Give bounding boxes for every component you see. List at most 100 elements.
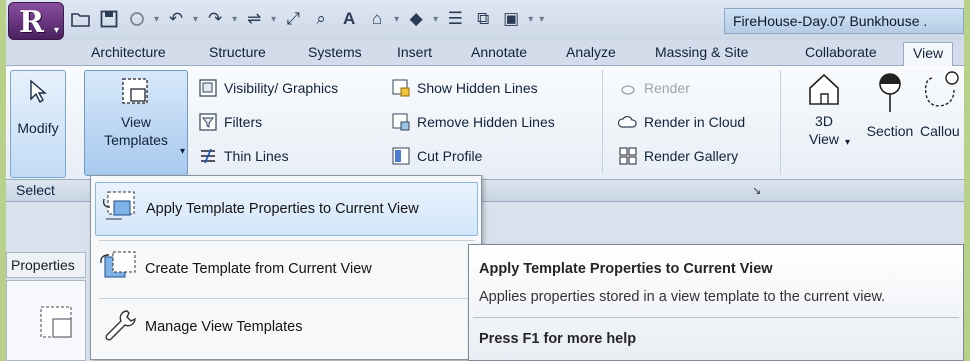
menu-separator [99, 240, 475, 241]
visibility-graphics-label: Visibility/ Graphics [224, 80, 339, 96]
gallery-icon [618, 146, 638, 166]
remove-hidden-lines-label: Remove Hidden Lines [417, 114, 555, 130]
ribbon-panel: Modify View Templates ▾ Visibility/ Grap… [6, 66, 964, 180]
show-hidden-lines-button[interactable]: Show Hidden Lines [391, 78, 538, 98]
undo-icon[interactable]: ↶ [165, 8, 187, 30]
wrench-icon [99, 307, 139, 347]
dropdown-icon[interactable]: ▾ [528, 14, 533, 25]
dropdown-icon[interactable]: ▾ [433, 14, 438, 25]
tab-architecture[interactable]: Architecture [91, 44, 166, 60]
menu-item-create-template[interactable]: Create Template from Current View [95, 242, 478, 296]
visibility-graphics-icon [198, 78, 218, 98]
chevron-down-icon: ▾ [844, 137, 850, 148]
text-icon[interactable]: A [338, 8, 360, 30]
apply-template-icon [100, 189, 140, 229]
tab-collaborate[interactable]: Collaborate [805, 44, 877, 60]
section-label: Section [866, 123, 914, 139]
view-templates-button[interactable]: View Templates ▾ [84, 70, 188, 176]
callout-icon [920, 70, 960, 118]
panel-divider [602, 70, 603, 174]
chevron-down-icon: ▾ [179, 146, 185, 157]
visibility-graphics-button[interactable]: Visibility/ Graphics [198, 78, 338, 98]
callout-label: Callou [920, 123, 960, 139]
tab-annotate[interactable]: Annotate [471, 44, 527, 60]
default-3d-view-icon[interactable]: ⌂ [366, 8, 388, 30]
tag-icon[interactable]: ⌕ [310, 8, 332, 30]
view-template-icon [117, 77, 155, 113]
quick-access-toolbar: ▾ ↶ ▾ ↷ ▾ ⇌ ▾ ⤢ ⌕ A ⌂ ▾ ◆ ▾ ☰ ⧉ ▣ ▾ ▾ [70, 6, 544, 32]
redo-icon[interactable]: ↷ [204, 8, 226, 30]
save-icon[interactable] [98, 8, 120, 30]
close-hidden-windows-icon[interactable]: ⧉ [472, 8, 494, 30]
teapot-icon [618, 78, 638, 98]
remove-hidden-lines-icon [391, 112, 411, 132]
panel-launcher-icon[interactable]: ↘ [752, 184, 761, 197]
tooltip-help: Press F1 for more help [479, 331, 637, 347]
house-icon [804, 70, 844, 112]
menu-item-manage-templates[interactable]: Manage View Templates [95, 300, 478, 354]
show-hidden-lines-icon [391, 78, 411, 98]
tab-systems[interactable]: Systems [308, 44, 362, 60]
dropdown-icon[interactable]: ▾ [394, 14, 399, 25]
pointer-icon [27, 79, 49, 109]
remove-hidden-lines-button[interactable]: Remove Hidden Lines [391, 112, 555, 132]
revit-window: R ▾ ▾ ↶ ▾ ↷ ▾ ⇌ ▾ ⤢ ⌕ A ⌂ ▾ ◆ ▾ ☰ ⧉ ▣ ▾ … [6, 0, 964, 361]
modify-button[interactable]: Modify [10, 70, 66, 178]
dimension-icon[interactable]: ⤢ [282, 8, 304, 30]
ribbon-tabs: Architecture Structure Systems Insert An… [6, 40, 964, 67]
callout-button[interactable]: Callou [920, 70, 964, 140]
filters-icon [198, 112, 218, 132]
chevron-down-icon: ▾ [53, 25, 59, 36]
menu-separator [99, 298, 475, 299]
render-label: Render [644, 80, 690, 96]
filters-label: Filters [224, 114, 263, 130]
section-icon[interactable]: ◆ [405, 8, 427, 30]
render-in-cloud-label: Render in Cloud [644, 114, 746, 130]
switch-windows-icon[interactable]: ▣ [500, 8, 522, 30]
properties-tab-label: Properties [11, 257, 75, 273]
render-in-cloud-button[interactable]: Render in Cloud [618, 112, 745, 132]
panel-divider [780, 70, 781, 174]
section-button[interactable]: Section [860, 70, 920, 140]
show-hidden-lines-label: Show Hidden Lines [417, 80, 538, 96]
dropdown-icon[interactable]: ▾ [193, 14, 198, 25]
render-gallery-button[interactable]: Render Gallery [618, 146, 738, 166]
tab-view[interactable]: View [903, 42, 954, 67]
measure-icon[interactable]: ⇌ [243, 8, 265, 30]
cut-profile-button[interactable]: Cut Profile [391, 146, 482, 166]
tab-massing-site[interactable]: Massing & Site [655, 44, 748, 60]
cut-profile-label: Cut Profile [417, 148, 483, 164]
view-templates-label-1: View [120, 114, 152, 130]
3d-view-button[interactable]: 3D View ▾ [796, 70, 852, 148]
filters-button[interactable]: Filters [198, 112, 262, 132]
3d-view-label-1: 3D [815, 113, 833, 129]
tab-structure[interactable]: Structure [209, 44, 266, 60]
render-gallery-label: Render Gallery [644, 148, 739, 164]
tab-analyze[interactable]: Analyze [566, 44, 616, 60]
cut-profile-icon [391, 146, 411, 166]
open-icon[interactable] [70, 8, 92, 30]
tooltip-title: Apply Template Properties to Current Vie… [479, 261, 773, 277]
application-menu-button[interactable]: R ▾ [8, 2, 64, 40]
tab-insert[interactable]: Insert [397, 44, 432, 60]
customize-toolbar-icon[interactable]: ▾ [539, 14, 544, 25]
dropdown-icon[interactable]: ▾ [271, 14, 276, 25]
thin-lines-button[interactable]: Thin Lines [198, 146, 289, 166]
section-icon [870, 70, 910, 118]
menu-item-apply-template[interactable]: Apply Template Properties to Current Vie… [95, 182, 478, 236]
manage-templates-label: Manage View Templates [145, 319, 303, 335]
thin-lines-icon[interactable]: ☰ [444, 8, 466, 30]
thin-lines-label: Thin Lines [224, 148, 289, 164]
thin-lines-icon [198, 146, 218, 166]
dropdown-icon[interactable]: ▾ [232, 14, 237, 25]
properties-tab[interactable]: Properties [6, 252, 86, 278]
sync-icon[interactable] [126, 8, 148, 30]
cloud-render-icon [618, 112, 638, 132]
select-panel-label[interactable]: Select [16, 182, 55, 198]
render-button[interactable]: Render [618, 78, 690, 98]
dropdown-icon[interactable]: ▾ [154, 14, 159, 25]
title-bar: R ▾ ▾ ↶ ▾ ↷ ▾ ⇌ ▾ ⤢ ⌕ A ⌂ ▾ ◆ ▾ ☰ ⧉ ▣ ▾ … [6, 0, 964, 40]
tooltip-description: Applies properties stored in a view temp… [479, 289, 886, 305]
tooltip: Apply Template Properties to Current Vie… [468, 244, 964, 361]
view-templates-menu: Apply Template Properties to Current Vie… [90, 175, 482, 360]
